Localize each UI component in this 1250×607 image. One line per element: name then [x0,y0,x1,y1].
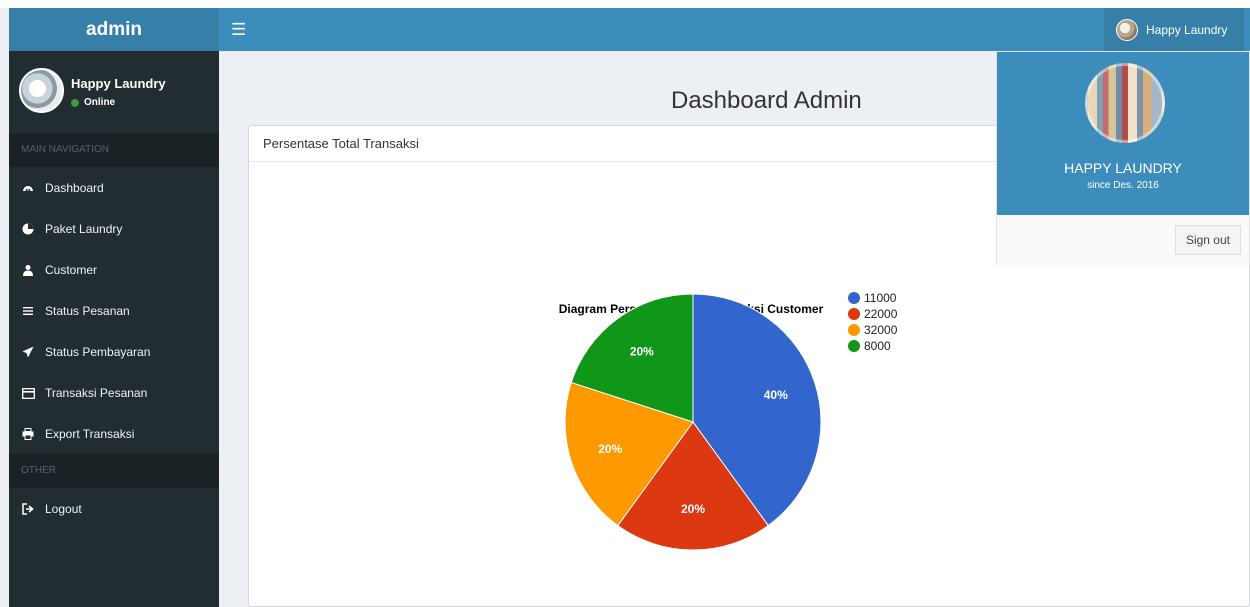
sidebar-item-label: Logout [45,501,82,516]
user-avatar-small [1116,18,1138,41]
sidebar-item-status-pembayaran[interactable]: Status Pembayaran [9,331,219,372]
sidebar-item-customer[interactable]: Customer [9,249,219,290]
user-panel-name: Happy Laundry [71,76,166,91]
page-title: Dashboard Admin [671,87,862,114]
pie-slice-label: 20% [598,442,622,456]
user-dropdown-header: HAPPY LAUNDRY since Des. 2016 [997,52,1249,215]
sidebar-item-label: Paket Laundry [45,221,123,236]
legend-entry[interactable]: 8000 [864,339,891,353]
legend-entry[interactable]: 22000 [864,307,898,321]
user-status: Online [71,97,115,108]
user-menu[interactable]: Happy Laundry [1104,8,1244,51]
legend-marker [848,292,860,304]
sidebar-item-export-transaksi[interactable]: Export Transaksi [9,413,219,454]
sidebar-item-label: Customer [45,262,98,277]
online-dot-icon [71,98,79,107]
pie-slice-label: 40% [764,388,788,402]
top-navbar: ☰ Happy Laundry [219,8,1250,51]
pie-slice-label: 20% [630,345,654,359]
user-panel: Happy Laundry Online [9,51,219,133]
sidebar-item-dashboard[interactable]: Dashboard [9,167,219,208]
send-icon [21,345,35,359]
sign-out-button[interactable]: Sign out [1174,225,1241,255]
legend-entry[interactable]: 11000 [864,291,897,305]
credit-card-icon [21,386,35,400]
user-menu-name: Happy Laundry [1146,22,1228,37]
dashboard-icon [21,181,35,195]
user-avatar [19,68,64,113]
sidebar-item-label: Dashboard [45,180,104,195]
sidebar-item-label: Export Transaksi [45,426,135,441]
sidebar-item-label: Transaksi Pesanan [45,385,148,400]
nav-header-other: OTHER [9,454,219,488]
sidebar-item-paket-laundry[interactable]: Paket Laundry [9,208,219,249]
top-strip [0,0,1250,8]
pie-chart-icon [21,222,35,236]
legend-marker [848,340,860,352]
sidebar-toggle-icon[interactable]: ☰ [231,8,246,51]
print-icon [21,427,35,441]
sidebar-item-logout[interactable]: Logout [9,488,219,529]
user-dropdown-footer: Sign out [997,215,1249,265]
legend-marker [848,308,860,320]
sidebar-item-label: Status Pesanan [45,303,130,318]
sidebar-item-transaksi-pesanan[interactable]: Transaksi Pesanan [9,372,219,413]
sign-out-icon [21,502,35,516]
user-dropdown-since: since Des. 2016 [1087,180,1159,191]
user-dropdown: HAPPY LAUNDRY since Des. 2016 Sign out [996,51,1250,265]
user-icon [21,263,35,277]
app-logo[interactable]: admin [9,8,219,51]
user-profile-image [1085,63,1165,143]
user-status-label: Online [84,97,116,108]
sidebar: Happy Laundry Online MAIN NAVIGATION Das… [9,51,219,607]
sidebar-item-status-pesanan[interactable]: Status Pesanan [9,290,219,331]
nav-header-main: MAIN NAVIGATION [9,133,219,167]
legend-marker [848,324,860,336]
sidebar-item-label: Status Pembayaran [45,344,151,359]
user-dropdown-name: HAPPY LAUNDRY [1064,160,1182,176]
legend-entry[interactable]: 32000 [864,323,898,337]
list-icon [21,304,35,318]
pie-slice-label: 20% [681,502,705,516]
